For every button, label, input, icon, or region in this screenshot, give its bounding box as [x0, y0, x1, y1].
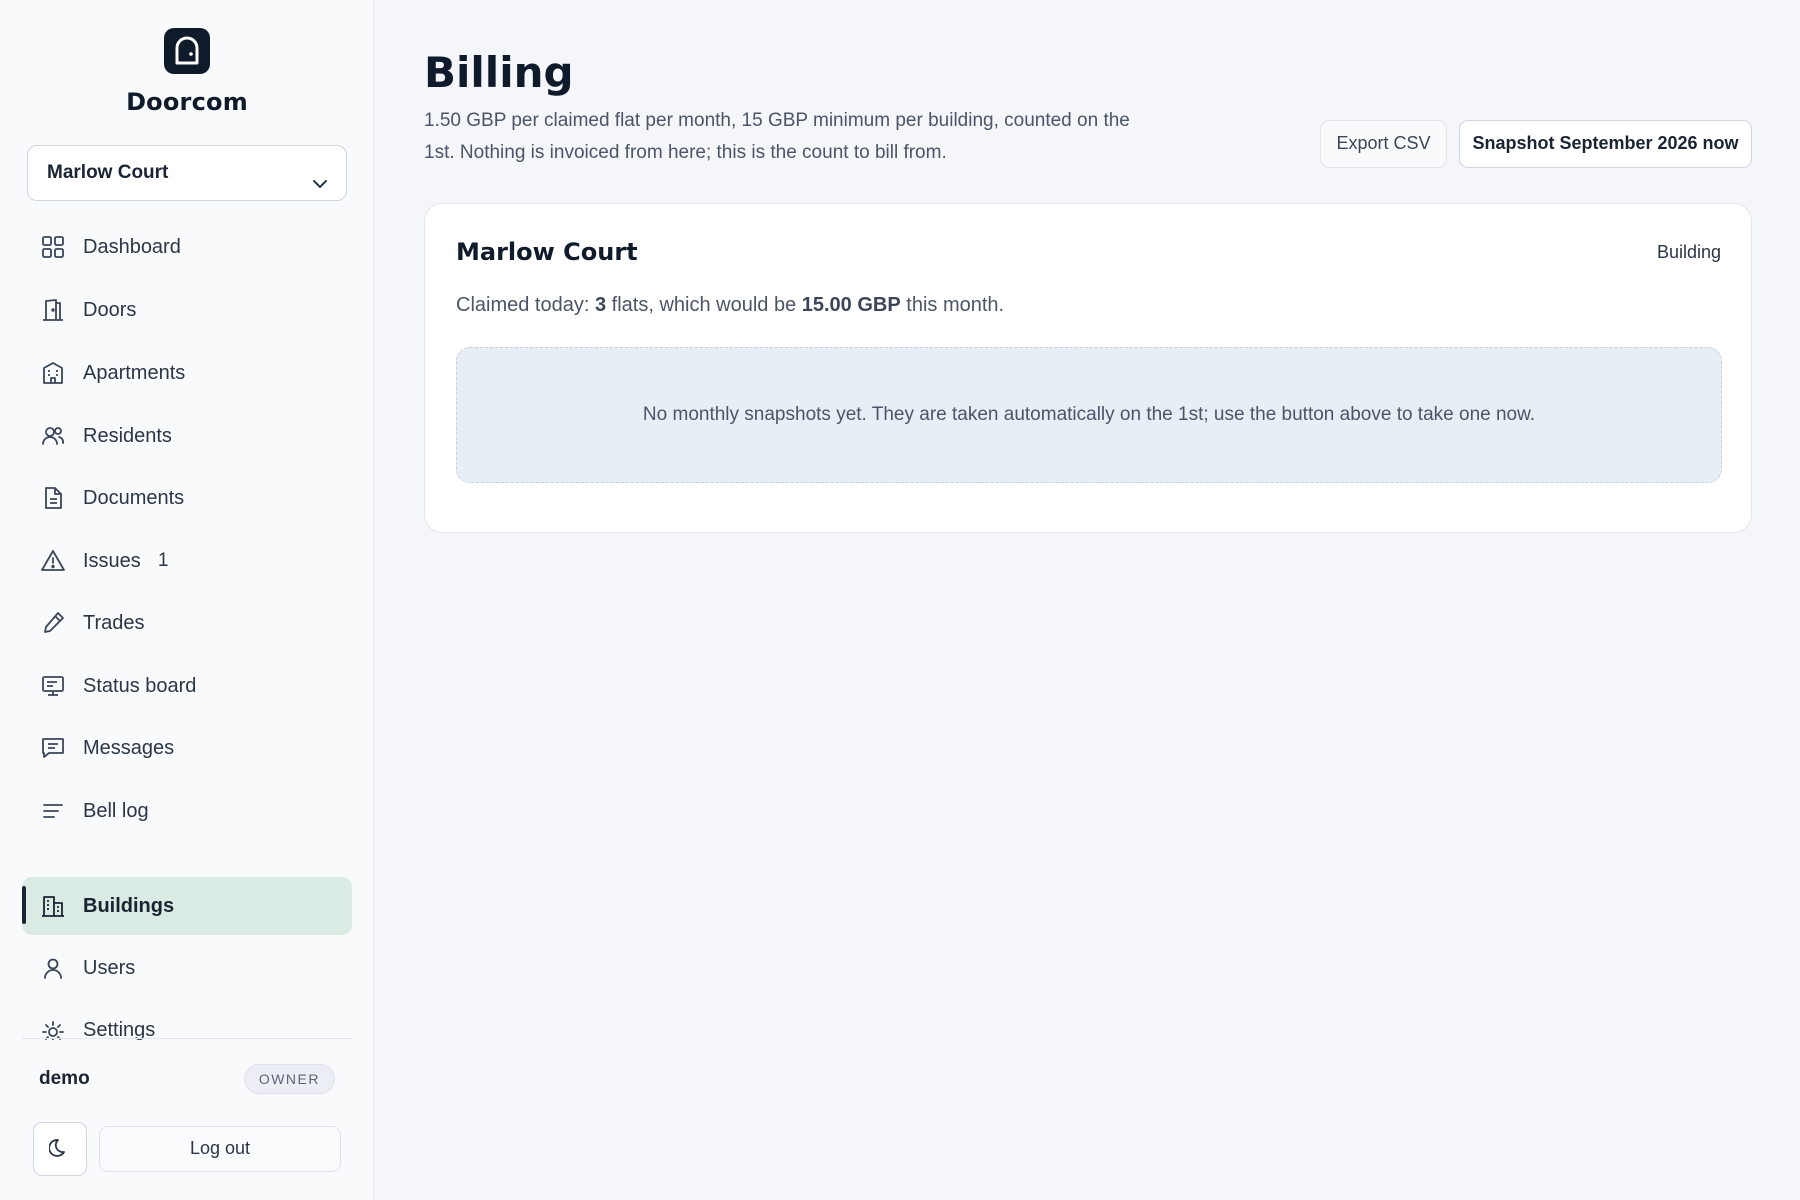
sidebar-item-label: Residents [83, 424, 172, 447]
moon-icon [48, 1136, 71, 1163]
snapshot-now-button[interactable]: Snapshot September 2026 now [1459, 120, 1752, 168]
sidebar-item-label: Buildings [83, 894, 175, 917]
issues-count-badge: 1 [157, 550, 169, 571]
logout-button[interactable]: Log out [99, 1126, 341, 1172]
wrench-icon [40, 610, 66, 636]
theme-toggle-button[interactable] [33, 1122, 87, 1176]
sidebar-item-issues[interactable]: Issues 1 [22, 533, 352, 589]
grid-icon [40, 234, 66, 260]
card-kind-label: Building [1656, 242, 1721, 262]
sidebar-item-label: Doors [83, 298, 137, 321]
apartment-icon [40, 360, 66, 386]
monitor-icon [40, 673, 66, 699]
page-description: 1.50 GBP per claimed flat per month, 15 … [424, 110, 1130, 163]
sidebar-item-doors[interactable]: Doors [22, 282, 352, 338]
flats-count: 3 [594, 294, 607, 316]
billing-amount: 15.00 GBP [801, 294, 901, 316]
chevron-down-icon [310, 162, 330, 215]
sidebar-item-settings[interactable]: Settings [22, 1002, 352, 1040]
sidebar-item-label: Settings [83, 1019, 156, 1040]
user-row: demo OWNER [39, 1062, 335, 1096]
sidebar-item-bell-log[interactable]: Bell log [22, 783, 352, 839]
sidebar-item-buildings[interactable]: Buildings [22, 877, 352, 935]
users-icon [40, 423, 66, 449]
document-icon [40, 485, 66, 511]
sidebar-divider [22, 1038, 352, 1039]
sidebar-item-trades[interactable]: Trades [22, 595, 352, 651]
main-content: Billing 1.50 GBP per claimed flat per mo… [375, 0, 1800, 1200]
sidebar-item-residents[interactable]: Residents [22, 408, 352, 464]
building-icon [40, 893, 66, 919]
sidebar-item-label: Users [83, 956, 136, 979]
sidebar-item-status-board[interactable]: Status board [22, 658, 352, 714]
sidebar-item-label: Trades [83, 611, 145, 634]
user-name: demo [39, 1068, 90, 1089]
page-title: Billing [424, 48, 574, 97]
sidebar-item-label: Issues [83, 549, 141, 572]
summary-suffix: this month. [900, 294, 1005, 316]
message-icon [40, 735, 66, 761]
user-icon [40, 955, 66, 981]
door-bell-icon[interactable] [164, 28, 210, 74]
brand-name: Doorcom [126, 88, 248, 116]
sidebar-item-label: Bell log [83, 799, 149, 822]
role-badge: OWNER [243, 1064, 335, 1094]
summary-mid: flats, which would be [606, 294, 802, 316]
brand: Doorcom [0, 28, 374, 116]
sidebar: Doorcom Marlow Court Dashboard Doors Apa… [0, 0, 374, 1200]
building-select-value: Marlow Court [47, 162, 169, 183]
sidebar-item-label: Apartments [83, 361, 186, 384]
sidebar-item-label: Messages [83, 736, 175, 759]
door-icon [40, 297, 66, 323]
sidebar-item-label: Documents [83, 486, 185, 509]
sidebar-item-apartments[interactable]: Apartments [22, 345, 352, 401]
sun-gear-icon [40, 1019, 66, 1040]
export-csv-button[interactable]: Export CSV [1320, 120, 1447, 168]
building-billing-card: Marlow Court Building Claimed today: 3 f… [424, 203, 1752, 533]
sidebar-item-label: Status board [83, 674, 197, 697]
building-select[interactable]: Marlow Court [27, 145, 347, 201]
sidebar-item-users[interactable]: Users [22, 940, 352, 996]
empty-message-text: No monthly snapshots yet. They are taken… [642, 404, 1536, 425]
sidebar-item-dashboard[interactable]: Dashboard [22, 219, 352, 275]
claimed-summary: Claimed today: 3 flats, which would be 1… [456, 294, 1004, 317]
summary-prefix: Claimed today: [456, 294, 595, 316]
sidebar-item-documents[interactable]: Documents [22, 470, 352, 526]
list-icon [40, 798, 66, 824]
card-title: Marlow Court [456, 238, 638, 266]
sidebar-item-messages[interactable]: Messages [22, 720, 352, 776]
warning-icon [40, 548, 66, 574]
empty-snapshots-message: No monthly snapshots yet. They are taken… [456, 347, 1722, 483]
sidebar-item-label: Dashboard [83, 235, 181, 258]
